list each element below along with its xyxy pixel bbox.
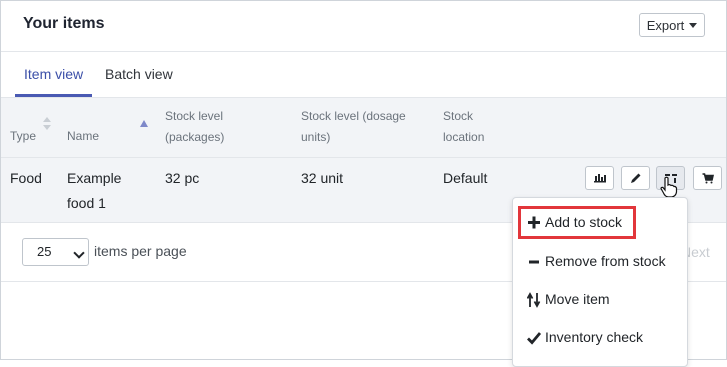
column-header-dosage-units[interactable]: Stock level (dosage units) <box>301 106 406 148</box>
caret-down-icon <box>689 22 698 28</box>
cell-dosage-units: 32 unit <box>301 170 344 186</box>
cart-button[interactable] <box>693 166 722 190</box>
column-header-name[interactable]: Name <box>67 126 99 147</box>
items-panel: Your items Export Item view Batch view T… <box>0 0 727 367</box>
sort-ascending-icon[interactable] <box>140 120 148 127</box>
column-header-location[interactable]: Stock location <box>443 106 484 148</box>
menu-item-move-item[interactable]: Move item <box>513 283 687 317</box>
cell-type: Food <box>10 170 42 186</box>
column-header-type[interactable]: Type <box>10 126 36 147</box>
cell-packages: 32 pc <box>165 170 200 186</box>
cell-name: Example food 1 <box>67 170 122 211</box>
items-per-page-label: items per page <box>94 243 187 259</box>
highlight-box <box>518 206 636 239</box>
hand-cursor-icon <box>660 176 678 198</box>
minus-icon <box>529 260 539 264</box>
export-label: Export <box>646 17 685 33</box>
tab-item-view[interactable]: Item view <box>24 66 83 82</box>
column-header-packages[interactable]: Stock level (packages) <box>165 106 224 148</box>
tab-batch-view[interactable]: Batch view <box>105 66 173 82</box>
items-per-page-value: 25 <box>37 244 52 259</box>
statistics-button[interactable] <box>585 166 614 190</box>
edit-button[interactable] <box>621 166 650 190</box>
view-tabs: Item view Batch view <box>1 52 726 98</box>
cell-location: Default <box>443 170 488 186</box>
pencil-icon <box>630 173 640 183</box>
sort-icon[interactable] <box>43 117 51 133</box>
active-tab-indicator <box>15 94 92 97</box>
export-button[interactable]: Export <box>639 13 705 37</box>
bar-chart-icon <box>593 174 606 183</box>
menu-item-inventory-check[interactable]: Inventory check <box>513 321 687 355</box>
cart-icon <box>702 173 714 184</box>
page-title: Your items <box>23 15 105 32</box>
chevron-down-icon <box>73 247 85 259</box>
menu-item-remove-from-stock[interactable]: Remove from stock <box>513 245 687 279</box>
panel-header: Your items Export <box>1 1 726 52</box>
checkmark-icon <box>527 332 541 345</box>
items-per-page-select[interactable]: 25 <box>22 238 89 266</box>
up-down-arrows-icon <box>527 292 541 308</box>
